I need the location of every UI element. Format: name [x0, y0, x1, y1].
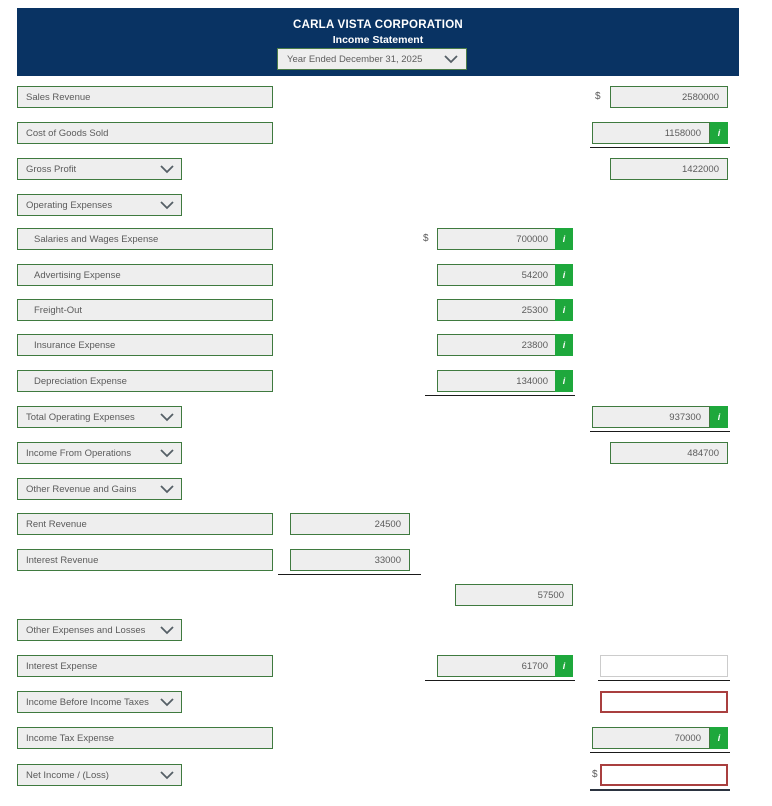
amount-field-middle[interactable]: 23800	[437, 334, 557, 356]
info-badge-icon[interactable]: i	[710, 727, 728, 749]
account-label-input[interactable]: Salaries and Wages Expense	[17, 228, 273, 250]
account-label-text: Other Expenses and Losses	[26, 624, 146, 636]
amount-field-middle[interactable]: 61700	[437, 655, 557, 677]
info-badge-icon[interactable]: i	[555, 370, 573, 392]
amount-field-right[interactable]: 2580000	[610, 86, 728, 108]
chevron-down-icon	[159, 484, 175, 494]
account-label-text: Depreciation Expense	[34, 375, 127, 387]
account-label-input[interactable]: Rent Revenue	[17, 513, 273, 535]
subtotal-rule	[590, 147, 730, 148]
period-select-value: Year Ended December 31, 2025	[287, 53, 423, 65]
amount-field-right[interactable]: 937300	[592, 406, 710, 428]
amount-field-narrow[interactable]: 33000	[290, 549, 410, 571]
account-label-text: Income From Operations	[26, 447, 132, 459]
subtotal-rule	[598, 680, 730, 681]
amount-field-right[interactable]: 1422000	[610, 158, 728, 180]
amount-field-narrow[interactable]: 24500	[290, 513, 410, 535]
account-select[interactable]: Income Before Income Taxes	[17, 691, 182, 713]
account-label-text: Sales Revenue	[26, 91, 91, 103]
info-badge-icon[interactable]: i	[555, 334, 573, 356]
subtotal-rule	[590, 752, 730, 753]
account-label-text: Income Tax Expense	[26, 732, 115, 744]
account-select[interactable]: Other Expenses and Losses	[17, 619, 182, 641]
chevron-down-icon	[159, 412, 175, 422]
account-label-text: Freight-Out	[34, 304, 83, 316]
chevron-down-icon	[159, 164, 175, 174]
income-statement-worksheet: CARLA VISTA CORPORATION Income Statement…	[0, 0, 772, 806]
account-label-text: Interest Expense	[26, 660, 98, 672]
account-label-input[interactable]: Advertising Expense	[17, 264, 273, 286]
chevron-down-icon	[159, 200, 175, 210]
chevron-down-icon	[159, 770, 175, 780]
account-label-text: Total Operating Expenses	[26, 411, 135, 423]
account-label-input[interactable]: Interest Expense	[17, 655, 273, 677]
account-select[interactable]: Operating Expenses	[17, 194, 182, 216]
amount-field-right-required[interactable]	[600, 691, 728, 713]
account-label-text: Income Before Income Taxes	[26, 696, 149, 708]
period-select[interactable]: Year Ended December 31, 2025	[277, 48, 467, 70]
subtotal-rule	[425, 680, 575, 681]
account-select[interactable]: Total Operating Expenses	[17, 406, 182, 428]
amount-field-middle[interactable]: 25300	[437, 299, 557, 321]
amount-field-middle[interactable]: 700000	[437, 228, 557, 250]
account-label-input[interactable]: Insurance Expense	[17, 334, 273, 356]
account-label-text: Salaries and Wages Expense	[34, 233, 159, 245]
info-badge-icon[interactable]: i	[555, 264, 573, 286]
account-label-input[interactable]: Depreciation Expense	[17, 370, 273, 392]
chevron-down-icon	[159, 625, 175, 635]
account-label-input[interactable]: Income Tax Expense	[17, 727, 273, 749]
subtotal-field-middle[interactable]: 57500	[455, 584, 573, 606]
subtotal-rule	[590, 789, 730, 791]
account-label-text: Cost of Goods Sold	[26, 127, 109, 139]
account-label-text: Other Revenue and Gains	[26, 483, 137, 495]
chevron-down-icon	[443, 54, 459, 64]
statement-title: Income Statement	[332, 34, 424, 46]
account-label-text: Insurance Expense	[34, 339, 116, 351]
account-label-input[interactable]: Freight-Out	[17, 299, 273, 321]
subtotal-rule	[590, 431, 730, 432]
account-label-text: Rent Revenue	[26, 518, 87, 530]
subtotal-rule	[425, 395, 575, 396]
info-badge-icon[interactable]: i	[555, 299, 573, 321]
amount-field-right[interactable]: 70000	[592, 727, 710, 749]
account-label-input[interactable]: Sales Revenue	[17, 86, 273, 108]
amount-field-right-blank[interactable]	[600, 655, 728, 677]
currency-symbol: $	[595, 91, 601, 102]
chevron-down-icon	[159, 448, 175, 458]
account-select[interactable]: Net Income / (Loss)	[17, 764, 182, 786]
account-label-text: Gross Profit	[26, 163, 77, 175]
subtotal-rule	[278, 574, 421, 575]
info-badge-icon[interactable]: i	[710, 406, 728, 428]
account-label-text: Interest Revenue	[26, 554, 99, 566]
account-label-text: Net Income / (Loss)	[26, 769, 109, 781]
info-badge-icon[interactable]: i	[555, 228, 573, 250]
amount-field-right-required[interactable]	[600, 764, 728, 786]
account-select[interactable]: Gross Profit	[17, 158, 182, 180]
account-label-input[interactable]: Interest Revenue	[17, 549, 273, 571]
amount-field-right[interactable]: 484700	[610, 442, 728, 464]
amount-field-middle[interactable]: 54200	[437, 264, 557, 286]
currency-symbol: $	[592, 769, 598, 780]
chevron-down-icon	[159, 697, 175, 707]
info-badge-icon[interactable]: i	[555, 655, 573, 677]
amount-field-right[interactable]: 1158000	[592, 122, 710, 144]
account-label-text: Operating Expenses	[26, 199, 113, 211]
account-select[interactable]: Income From Operations	[17, 442, 182, 464]
account-label-input[interactable]: Cost of Goods Sold	[17, 122, 273, 144]
account-select[interactable]: Other Revenue and Gains	[17, 478, 182, 500]
amount-field-middle[interactable]: 134000	[437, 370, 557, 392]
currency-symbol: $	[423, 233, 429, 244]
company-name: CARLA VISTA CORPORATION	[293, 19, 463, 31]
account-label-text: Advertising Expense	[34, 269, 121, 281]
info-badge-icon[interactable]: i	[710, 122, 728, 144]
